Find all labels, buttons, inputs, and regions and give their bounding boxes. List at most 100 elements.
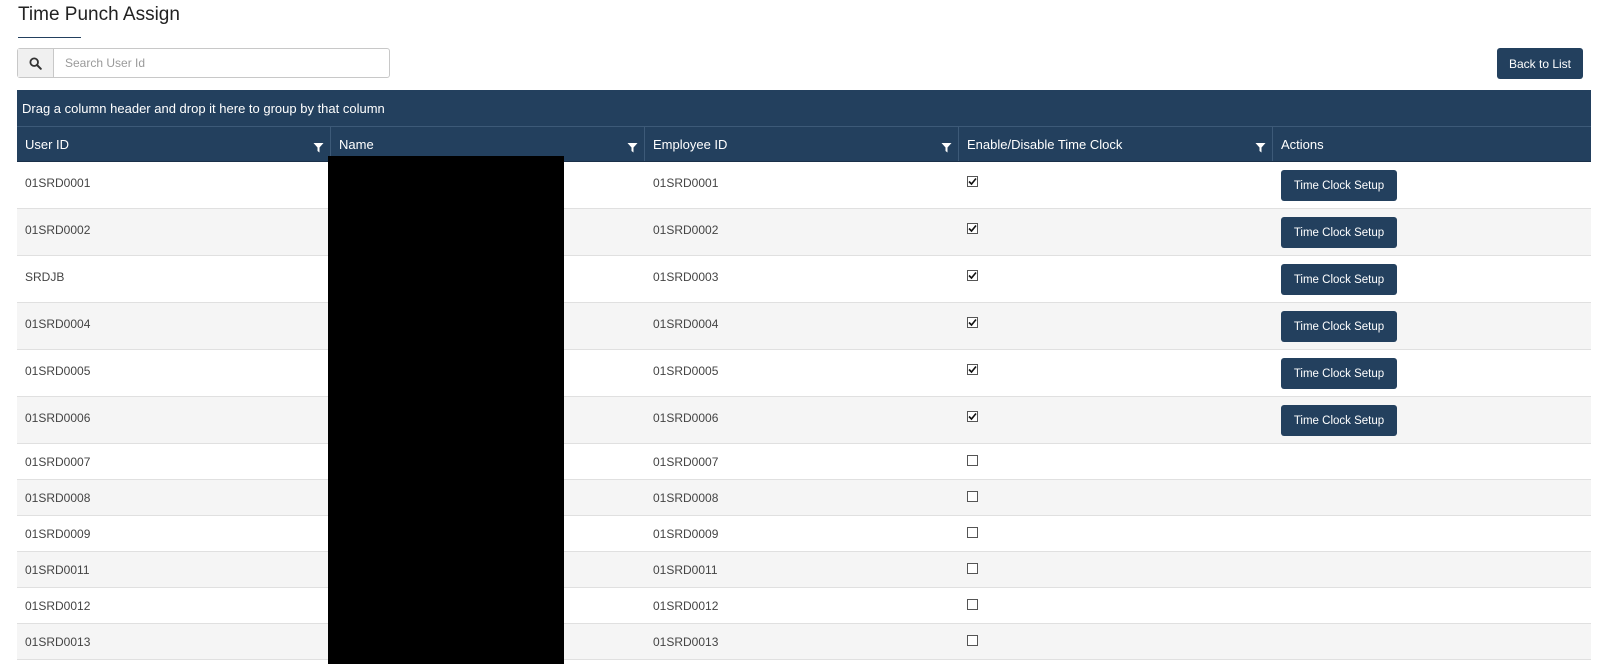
time-clock-setup-button[interactable]: Time Clock Setup xyxy=(1281,217,1397,248)
user-id-cell: 01SRD0005 xyxy=(25,364,91,378)
time-clock-cell xyxy=(959,516,1273,551)
actions-cell: Time Clock Setup xyxy=(1273,303,1591,349)
user-id-cell: 01SRD0001 xyxy=(25,176,91,190)
column-header-actions: Actions xyxy=(1273,127,1591,161)
time-clock-cell xyxy=(959,480,1273,515)
actions-cell: Time Clock Setup xyxy=(1273,256,1591,302)
time-clock-setup-button[interactable]: Time Clock Setup xyxy=(1281,311,1397,342)
enable-time-clock-checkbox[interactable] xyxy=(967,176,978,187)
filter-icon[interactable] xyxy=(941,142,952,153)
employee-id-cell: 01SRD0011 xyxy=(653,563,718,577)
column-header-label: User ID xyxy=(25,136,70,152)
time-clock-cell xyxy=(959,588,1273,623)
filter-icon[interactable] xyxy=(627,142,638,153)
enable-time-clock-checkbox[interactable] xyxy=(967,223,978,234)
user-id-cell: 01SRD0012 xyxy=(25,599,91,613)
table-row: 01SRD0009 01SRD0009 xyxy=(17,516,1591,552)
table-row: 01SRD0013 01SRD0013 xyxy=(17,624,1591,660)
search-input[interactable] xyxy=(54,49,389,77)
employee-id-cell: 01SRD0006 xyxy=(653,411,719,425)
column-header-user-id[interactable]: User ID xyxy=(17,127,331,161)
employee-id-cell: 01SRD0005 xyxy=(653,364,719,378)
enable-time-clock-checkbox[interactable] xyxy=(967,455,978,466)
actions-cell xyxy=(1273,444,1591,479)
group-drop-panel[interactable]: Drag a column header and drop it here to… xyxy=(17,90,1591,127)
group-hint-text: Drag a column header and drop it here to… xyxy=(22,100,385,116)
enable-time-clock-checkbox[interactable] xyxy=(967,364,978,375)
table-row: 01SRD0008 01SRD0008 xyxy=(17,480,1591,516)
enable-time-clock-checkbox[interactable] xyxy=(967,527,978,538)
employee-id-cell: 01SRD0002 xyxy=(653,223,719,237)
redacted-name-column xyxy=(328,156,564,664)
time-clock-setup-button[interactable]: Time Clock Setup xyxy=(1281,264,1397,295)
table-row: 01SRD0001 01SRD0001 Time Clock Setup xyxy=(17,162,1591,209)
table-row: 01SRD0006 01SRD0006 Time Clock Setup xyxy=(17,397,1591,444)
time-clock-cell xyxy=(959,162,1273,208)
table-row: 01SRD0005 01SRD0005 Time Clock Setup xyxy=(17,350,1591,397)
employee-id-cell: 01SRD0009 xyxy=(653,527,719,541)
enable-time-clock-checkbox[interactable] xyxy=(967,270,978,281)
user-id-cell: 01SRD0007 xyxy=(25,455,91,469)
enable-time-clock-checkbox[interactable] xyxy=(967,635,978,646)
enable-time-clock-checkbox[interactable] xyxy=(967,563,978,574)
employee-id-cell: 01SRD0012 xyxy=(653,599,719,613)
employee-id-cell: 01SRD0007 xyxy=(653,455,719,469)
enable-time-clock-checkbox[interactable] xyxy=(967,411,978,422)
column-header-label: Actions xyxy=(1281,136,1324,152)
actions-cell xyxy=(1273,588,1591,623)
grid-header-row: User ID Name Employee ID Enable/Disable … xyxy=(17,127,1591,162)
time-clock-cell xyxy=(959,444,1273,479)
table-row: 01SRD0002 01SRD0002 Time Clock Setup xyxy=(17,209,1591,256)
employee-id-cell: 01SRD0013 xyxy=(653,635,719,649)
user-id-cell: 01SRD0009 xyxy=(25,527,91,541)
column-header-label: Name xyxy=(339,136,374,152)
employee-id-cell: 01SRD0008 xyxy=(653,491,719,505)
time-clock-cell xyxy=(959,350,1273,396)
time-clock-cell xyxy=(959,624,1273,659)
table-row: 01SRD0012 01SRD0012 xyxy=(17,588,1591,624)
enable-time-clock-checkbox[interactable] xyxy=(967,599,978,610)
table-row: SRDJB 01SRD0003 Time Clock Setup xyxy=(17,256,1591,303)
actions-cell xyxy=(1273,516,1591,551)
table-row: 01SRD0004 01SRD0004 Time Clock Setup xyxy=(17,303,1591,350)
column-header-time-clock[interactable]: Enable/Disable Time Clock xyxy=(959,127,1273,161)
time-clock-cell xyxy=(959,303,1273,349)
user-id-cell: 01SRD0002 xyxy=(25,223,91,237)
search-icon[interactable] xyxy=(18,49,54,77)
employee-id-cell: 01SRD0004 xyxy=(653,317,719,331)
employee-id-cell: 01SRD0001 xyxy=(653,176,719,190)
actions-cell: Time Clock Setup xyxy=(1273,397,1591,443)
time-clock-cell xyxy=(959,397,1273,443)
time-clock-setup-button[interactable]: Time Clock Setup xyxy=(1281,170,1397,201)
user-id-cell: 01SRD0006 xyxy=(25,411,91,425)
page-title: Time Punch Assign xyxy=(18,4,180,25)
user-id-cell: 01SRD0004 xyxy=(25,317,91,331)
column-header-label: Employee ID xyxy=(653,136,728,152)
enable-time-clock-checkbox[interactable] xyxy=(967,491,978,502)
enable-time-clock-checkbox[interactable] xyxy=(967,317,978,328)
grid-body: 01SRD0001 01SRD0001 Time Clock Setup 01SRD0… xyxy=(17,162,1591,660)
time-clock-cell xyxy=(959,552,1273,587)
data-grid: Drag a column header and drop it here to… xyxy=(17,90,1591,664)
employee-id-cell: 01SRD0003 xyxy=(653,270,719,284)
actions-cell: Time Clock Setup xyxy=(1273,162,1591,208)
column-header-label: Enable/Disable Time Clock xyxy=(967,136,1123,152)
time-clock-setup-button[interactable]: Time Clock Setup xyxy=(1281,405,1397,436)
actions-cell: Time Clock Setup xyxy=(1273,209,1591,255)
user-id-cell: 01SRD0008 xyxy=(25,491,91,505)
actions-cell xyxy=(1273,552,1591,587)
time-clock-setup-button[interactable]: Time Clock Setup xyxy=(1281,358,1397,389)
table-row: 01SRD0007 01SRD0007 xyxy=(17,444,1591,480)
time-clock-cell xyxy=(959,209,1273,255)
column-header-employee-id[interactable]: Employee ID xyxy=(645,127,959,161)
filter-icon[interactable] xyxy=(313,142,324,153)
back-to-list-button[interactable]: Back to List xyxy=(1497,48,1583,79)
table-row: 01SRD0011 01SRD0011 xyxy=(17,552,1591,588)
user-id-cell: 01SRD0013 xyxy=(25,635,91,649)
actions-cell xyxy=(1273,480,1591,515)
user-id-cell: 01SRD0011 xyxy=(25,563,90,577)
filter-icon[interactable] xyxy=(1255,142,1266,153)
search-box xyxy=(17,48,390,78)
title-underline xyxy=(18,37,81,38)
user-id-cell: SRDJB xyxy=(25,270,65,284)
